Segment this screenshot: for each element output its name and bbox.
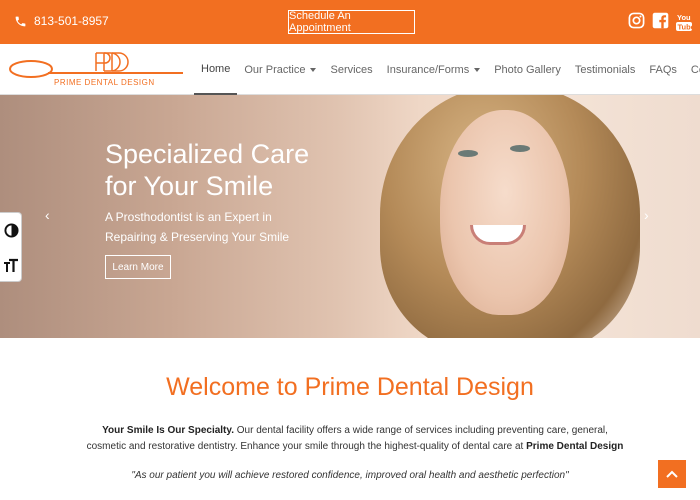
svg-text:You: You [677,13,691,22]
chevron-down-icon [474,67,481,72]
youtube-icon[interactable]: YouTube [676,12,692,32]
nav-label: Photo Gallery [494,63,561,76]
accessibility-toolbar [0,212,22,282]
nav-menu: Home Our Practice Services Insurance/For… [194,44,700,95]
welcome-quote: "As our patient you will achieve restore… [131,470,569,481]
top-bar: 813-501-8957 Schedule An Appointment You… [0,0,700,44]
hero-subtitle-line: A Prosthodontist is an Expert in [105,210,272,224]
nav-item-insurance-forms[interactable]: Insurance/Forms [380,44,488,95]
welcome-heading: Welcome to Prime Dental Design [166,373,534,401]
chevron-down-icon [310,67,317,72]
nav-label: Contact [690,63,700,76]
logo[interactable]: PRIME DENTAL DESIGN [8,49,183,91]
nav-label: Our Practice [244,63,306,76]
nav-item-services[interactable]: Services [323,44,379,95]
intro-bold: Your Smile Is Our Specialty. [102,425,234,436]
hero-title-line: Specialized Care [105,139,310,169]
nav-label: FAQs [649,63,677,76]
main-navbar: PRIME DENTAL DESIGN Home Our Practice Se… [0,44,700,95]
logo-text: PRIME DENTAL DESIGN [54,78,155,87]
welcome-intro: Your Smile Is Our Specialty. Our dental … [85,423,625,455]
nav-item-home[interactable]: Home [194,44,238,95]
nav-label: Services [330,63,373,76]
hero-image-eye [510,145,530,152]
phone-icon [15,16,26,26]
facebook-icon[interactable] [652,12,669,29]
nav-item-testimonials[interactable]: Testimonials [568,44,643,95]
schedule-appointment-button[interactable]: Schedule An Appointment [288,10,415,34]
nav-label: Testimonials [574,63,636,76]
instagram-icon[interactable] [628,12,645,29]
carousel-next-icon[interactable]: › [644,207,649,223]
hero-title-line: for Your Smile [105,171,274,201]
text-size-icon[interactable] [3,256,19,274]
phone-number: 813-501-8957 [34,14,109,28]
hero-subtitle-line: Repairing & Preserving Your Smile [105,230,290,244]
learn-more-button[interactable]: Learn More [105,255,171,279]
nav-label: Home [201,62,231,75]
hero-title: Specialized Care for Your Smile [105,138,309,202]
intro-brand: Prime Dental Design [526,441,624,452]
nav-item-contact[interactable]: Contact [684,44,700,95]
svg-text:Tube: Tube [678,23,693,32]
nav-item-photo-gallery[interactable]: Photo Gallery [487,44,568,95]
chevron-up-icon [666,470,678,478]
hero-subtitle: A Prosthodontist is an Expert in Repairi… [105,207,289,247]
phone-link[interactable]: 813-501-8957 [14,14,109,28]
scroll-to-top-button[interactable] [658,460,686,488]
hero-image-eye [458,150,478,157]
hero-image-face [440,110,570,315]
nav-item-our-practice[interactable]: Our Practice [237,44,323,95]
nav-item-faqs[interactable]: FAQs [642,44,684,95]
contrast-icon[interactable] [3,221,19,239]
carousel-prev-icon[interactable]: ‹ [45,207,50,223]
nav-label: Insurance/Forms [386,63,470,76]
